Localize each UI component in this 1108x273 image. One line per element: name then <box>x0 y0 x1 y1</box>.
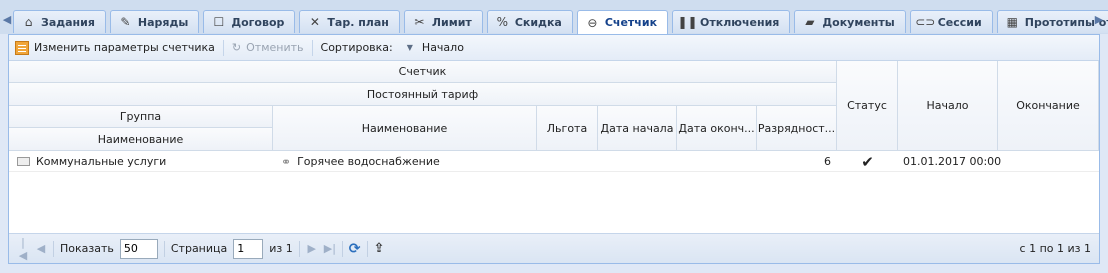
task-icon: ⌂ <box>24 15 33 29</box>
tab-label: Скидка <box>514 15 562 29</box>
toolbar-separator <box>311 39 313 56</box>
edit-meter-params-button[interactable]: Изменить параметры счетчика <box>15 40 215 55</box>
paging-info: с 1 по 1 из 1 <box>1019 242 1091 255</box>
tariff-icon: ✕ <box>309 15 320 29</box>
tab-label: Лимит <box>431 15 472 29</box>
header-end[interactable]: Окончание <box>998 61 1099 151</box>
header-start-date[interactable]: Дата начала <box>598 106 677 151</box>
cell-start-date <box>598 151 677 172</box>
header-name[interactable]: Наименование <box>273 106 537 151</box>
name-text: Горячее водоснабжение <box>297 155 440 168</box>
sort-field-button[interactable]: Начало <box>422 41 464 54</box>
header-benefit[interactable]: Льгота <box>537 106 598 151</box>
discount-icon: % <box>496 15 509 29</box>
sort-label: Сортировка: <box>320 41 393 54</box>
header-fixed-tariff: Постоянный тариф <box>9 83 837 106</box>
refresh-icon[interactable]: ⟳ <box>349 241 361 257</box>
tab-disconnections[interactable]: ❚❚ Отключения <box>672 10 791 33</box>
tab-contract[interactable]: ☐ Договор <box>203 10 296 33</box>
table-row[interactable]: Коммунальные услуги ⚭ Горячее водоснабже… <box>9 151 1099 172</box>
page-size-input[interactable] <box>119 238 158 259</box>
header-group-name[interactable]: Наименование <box>9 128 273 151</box>
edit-document-icon <box>15 40 29 55</box>
scissors-icon: ✂ <box>414 15 425 29</box>
cell-start: 01.01.2017 00:00 <box>903 155 1002 168</box>
header-end-date[interactable]: Дата оконч... <box>677 106 757 151</box>
tab-label: Счетчик <box>604 16 658 29</box>
cell-group-name: Коммунальные услуги <box>17 151 273 172</box>
cancel-label: Отменить <box>246 41 304 54</box>
pager-separator <box>298 240 300 257</box>
report-icon: ▦ <box>1006 15 1018 29</box>
paging-toolbar: |◀ ◀ Показать Страница из 1 ▶ ▶| ⟳ ⇪ с 1… <box>9 233 1099 263</box>
first-page-icon[interactable]: |◀ <box>17 236 29 262</box>
tab-scroll-left-icon[interactable]: ◀ <box>0 12 14 28</box>
wrench-icon: ✎ <box>120 15 131 29</box>
meter-icon: ⊖ <box>587 15 598 30</box>
prev-page-icon[interactable]: ◀ <box>35 242 47 255</box>
cell-end-date <box>677 151 757 172</box>
header-start[interactable]: Начало <box>898 61 998 151</box>
next-page-icon[interactable]: ▶ <box>306 242 318 255</box>
tab-strip: ⌂ Задания ✎ Наряды ☐ Договор ✕ Тар. план ✂ Ли… <box>13 10 1108 34</box>
tab-meter[interactable]: ⊖ Счетчик <box>576 10 669 34</box>
pager-separator <box>163 240 165 257</box>
sessions-icon: ⊂⊃ <box>915 15 936 29</box>
cell-name: ⚭ Горячее водоснабжение <box>281 151 537 172</box>
grid-header: Счетчик Постоянный тариф Группа Наименов… <box>9 61 1099 151</box>
tab-label: Договор <box>231 15 285 29</box>
tab-label: Задания <box>41 15 95 29</box>
meter-toolbar: Изменить параметры счетчика ↻ Отменить С… <box>9 35 1099 61</box>
header-group: Группа <box>9 106 273 128</box>
link-icon: ⚭ <box>281 154 292 169</box>
edit-meter-params-label: Изменить параметры счетчика <box>34 41 215 54</box>
cell-benefit <box>537 151 598 172</box>
tab-bar: ◀ ⌂ Задания ✎ Наряды ☐ Договор ✕ Тар. план ✂… <box>0 0 1108 34</box>
contract-icon: ☐ <box>213 15 225 29</box>
pager-separator <box>53 240 54 257</box>
meter-panel: Изменить параметры счетчика ↻ Отменить С… <box>8 34 1100 264</box>
undo-icon: ↻ <box>231 41 242 54</box>
cancel-button[interactable]: ↻ Отменить <box>232 41 304 54</box>
tab-label: Сессии <box>937 15 982 29</box>
page-size-label: Показать <box>60 242 114 255</box>
tab-discount[interactable]: % Скидка <box>486 10 573 33</box>
sort-direction-icon[interactable]: ▼ <box>407 43 413 52</box>
tab-label: Наряды <box>137 15 189 29</box>
export-icon[interactable]: ⇪ <box>374 241 385 256</box>
page-number-input[interactable] <box>233 238 264 259</box>
tab-scroll-right-icon[interactable]: ▶ <box>1092 12 1106 28</box>
tab-limit[interactable]: ✂ Лимит <box>403 10 483 33</box>
cell-end <box>1003 151 1099 172</box>
tab-sessions[interactable]: ⊂⊃ Сессии <box>909 10 993 33</box>
cell-digits: 6 <box>824 155 831 168</box>
last-page-icon[interactable]: ▶| <box>324 242 336 255</box>
pager-separator <box>366 240 368 257</box>
tab-label: Тар. план <box>327 15 389 29</box>
documents-icon: ▰ <box>805 15 815 29</box>
group-name-text: Коммунальные услуги <box>36 155 167 168</box>
header-meter: Счетчик <box>9 61 837 83</box>
tab-documents[interactable]: ▰ Документы <box>794 10 906 33</box>
header-digits[interactable]: Разрядност... <box>757 106 837 151</box>
tab-tasks[interactable]: ⌂ Задания <box>13 10 106 33</box>
tab-label: Документы <box>822 15 895 29</box>
tab-tariff-plan[interactable]: ✕ Тар. план <box>299 10 400 33</box>
tab-label: Отключения <box>700 15 780 29</box>
page-label: Страница <box>170 242 228 255</box>
folder-icon <box>17 157 30 166</box>
page-count-label: из 1 <box>269 242 293 255</box>
pause-icon: ❚❚ <box>677 15 698 29</box>
header-status[interactable]: Статус <box>837 61 898 151</box>
tab-work-orders[interactable]: ✎ Наряды <box>109 10 200 33</box>
status-check-icon: ✔ <box>861 152 874 171</box>
toolbar-separator <box>222 39 224 56</box>
pager-separator <box>341 240 343 257</box>
